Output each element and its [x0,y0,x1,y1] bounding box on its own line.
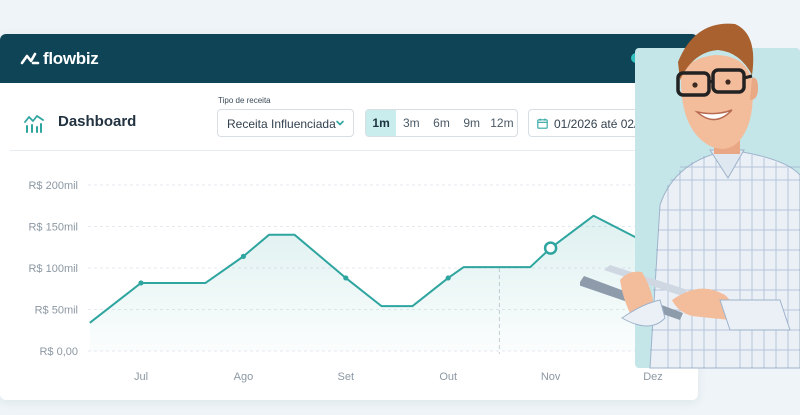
x-axis-tick-label: Out [439,371,457,383]
data-point [240,253,246,259]
y-axis-tick-label: R$ 150mil [28,222,78,234]
data-point [445,275,451,281]
y-axis-tick-label: R$ 50mil [35,305,78,317]
x-axis-tick-label: Set [338,371,355,383]
man-with-tablet-image [580,23,800,369]
x-axis-tick-label: Nov [541,371,561,383]
data-point [343,275,349,281]
x-axis-tick-label: Jul [134,371,148,383]
data-point [138,280,144,286]
highlighted-data-point [543,241,558,255]
x-axis-tick-label: Ago [234,371,254,383]
y-axis-tick-label: R$ 200mil [28,180,78,192]
y-axis-tick-label: R$ 0,00 [39,346,78,358]
y-axis-tick-label: R$ 100mil [28,263,78,275]
